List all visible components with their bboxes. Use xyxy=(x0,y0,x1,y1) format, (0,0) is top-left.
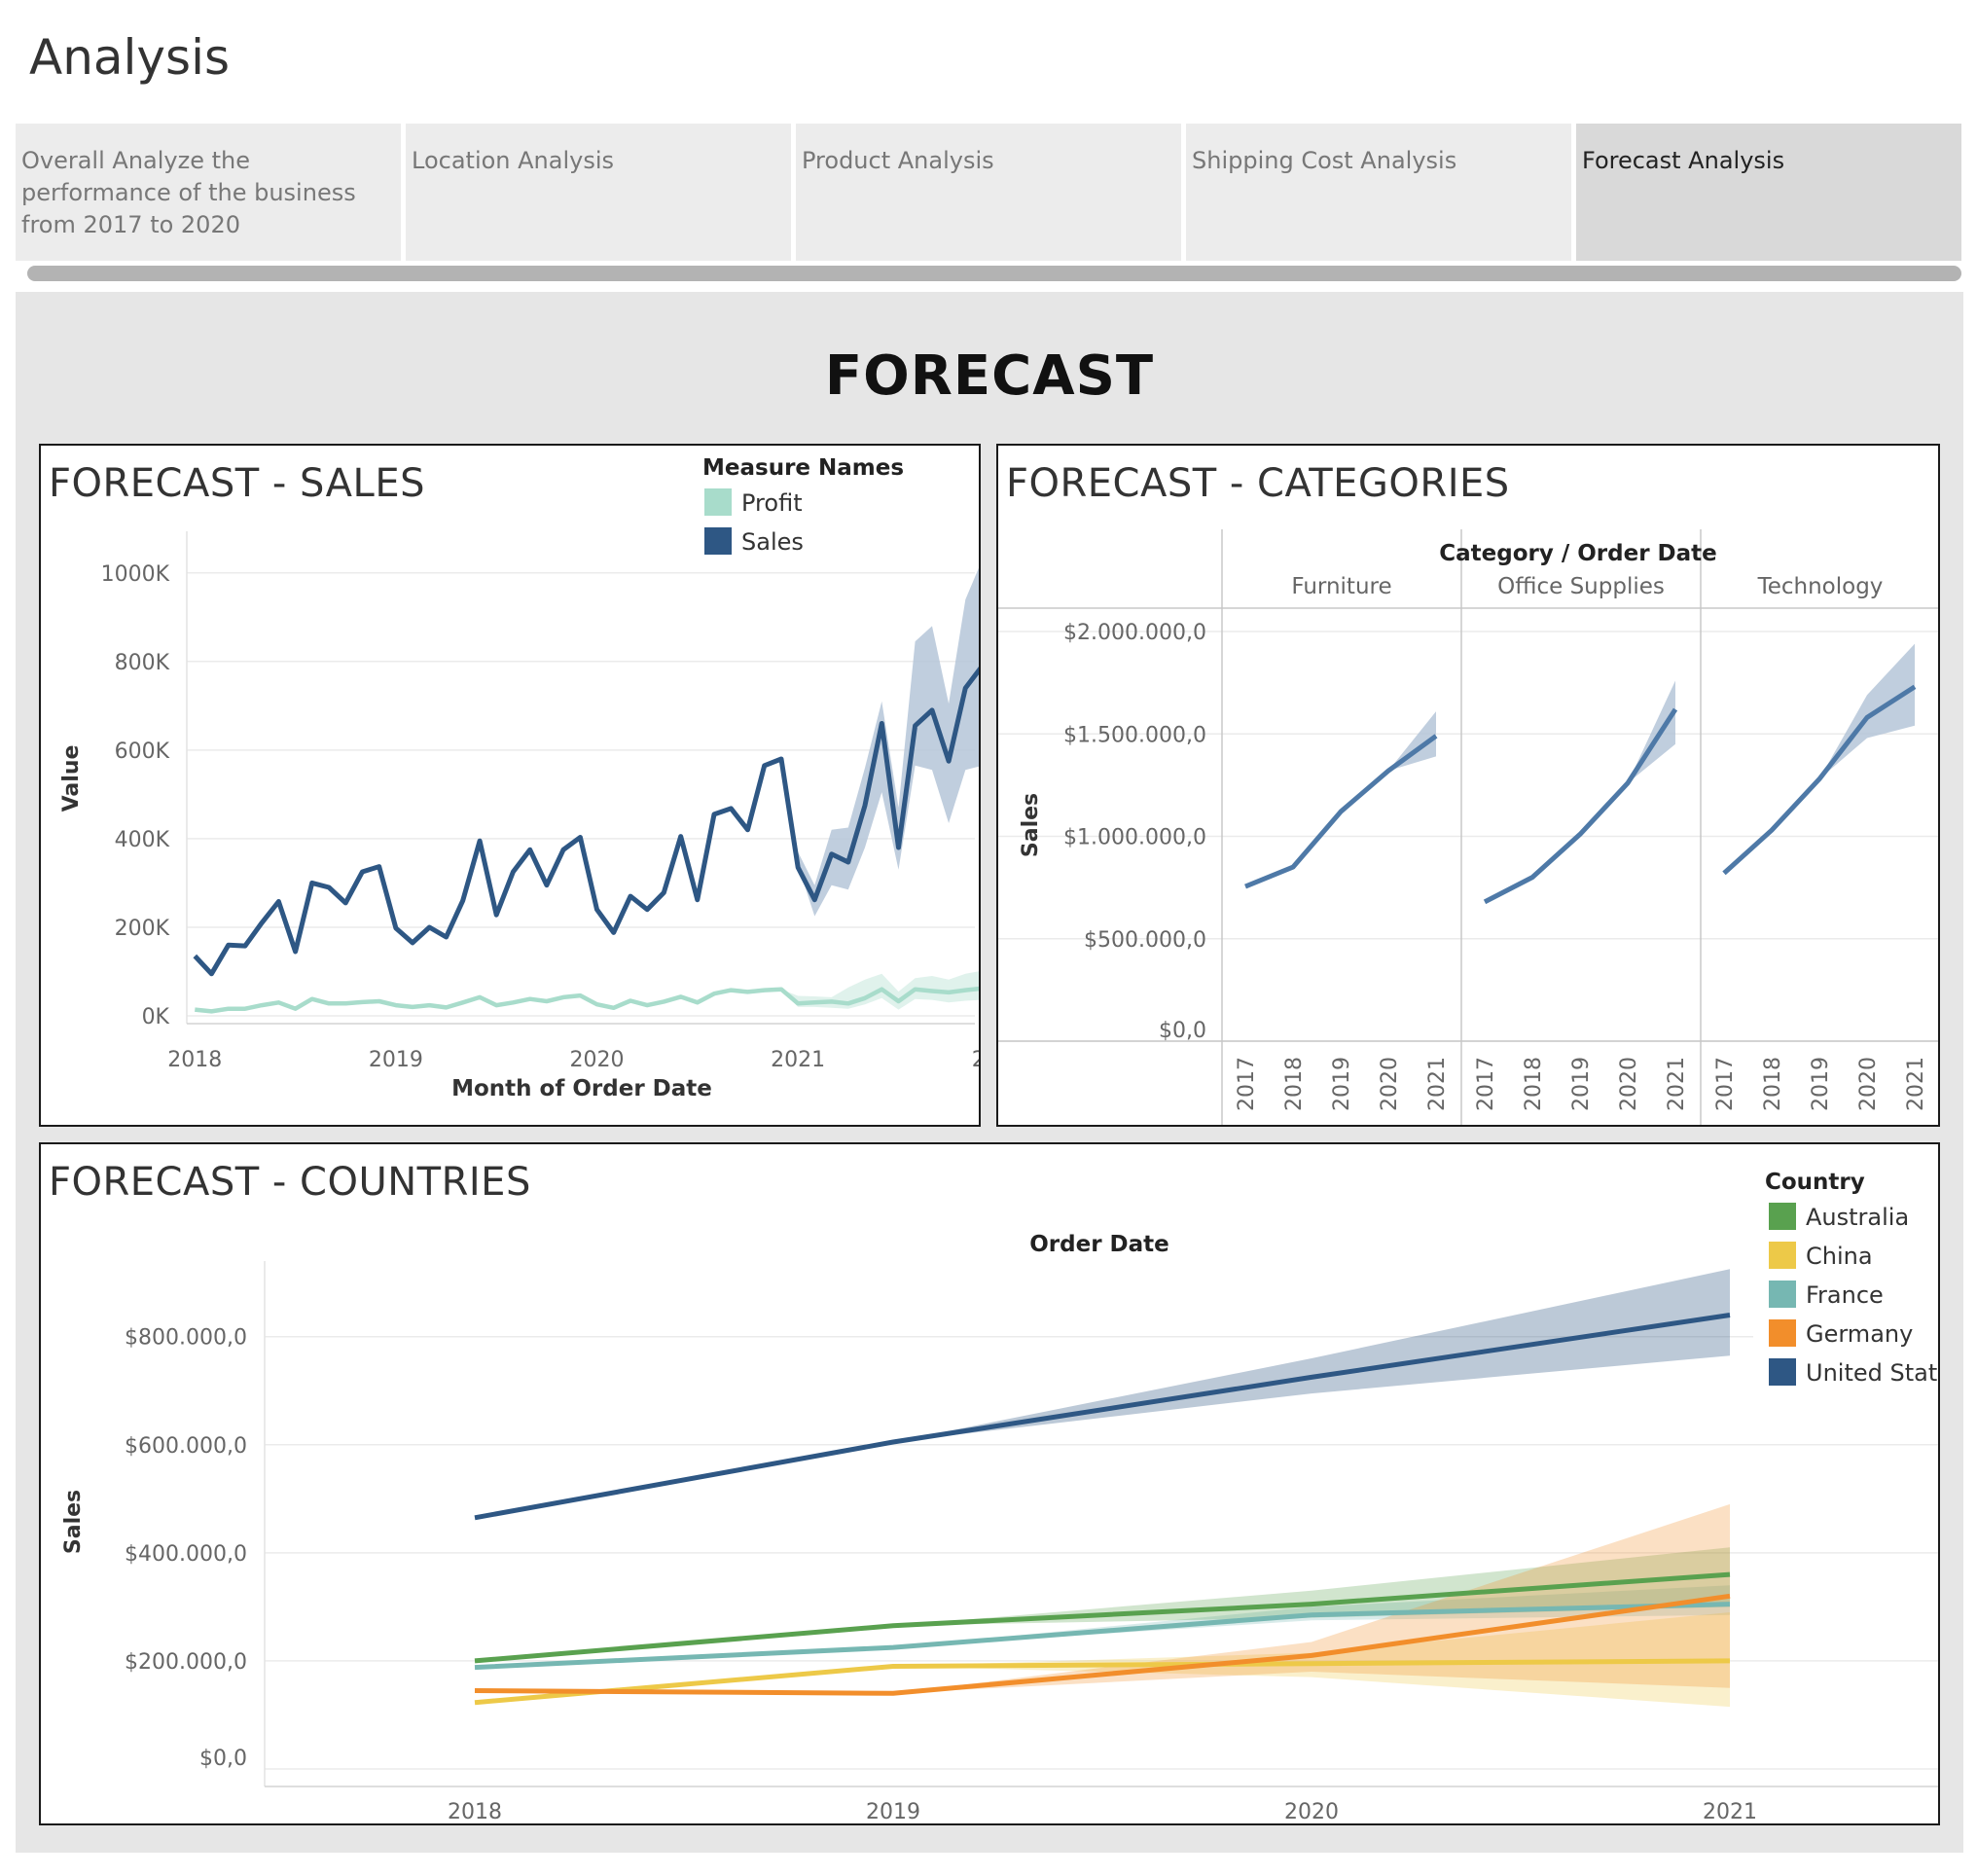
x-tick-label: 2020 xyxy=(1284,1800,1339,1824)
forecast-band-united-states xyxy=(893,1269,1730,1442)
x-axis-title: Month of Order Date xyxy=(451,1076,712,1101)
x-tick-label: 2021 xyxy=(1703,1800,1757,1824)
y-axis-title: Sales xyxy=(1019,793,1043,857)
x-tick-label: 2021 xyxy=(1665,1057,1689,1111)
x-tick-label: 2020 xyxy=(1856,1057,1881,1111)
x-tick-label: 2020 xyxy=(570,1048,625,1072)
legend-swatch-united-states xyxy=(1769,1358,1796,1386)
series-line-office-supplies xyxy=(1483,707,1678,905)
y-tick-label: $800.000,0 xyxy=(125,1326,247,1351)
panel-header-technology: Technology xyxy=(1757,574,1884,599)
tab-shipping-cost-analysis[interactable]: Shipping Cost Analysis xyxy=(1186,124,1571,261)
legend-swatch-australia xyxy=(1769,1203,1796,1230)
legend-swatch-germany xyxy=(1769,1319,1796,1347)
y-tick-label: $400.000,0 xyxy=(125,1542,247,1567)
legend-label-china: China xyxy=(1806,1243,1873,1270)
tab-overall[interactable]: Overall Analyze the performance of the b… xyxy=(16,124,401,261)
x-tick-label: 2018 xyxy=(167,1048,222,1072)
y-tick-label: $600.000,0 xyxy=(125,1434,247,1459)
series-line-furniture xyxy=(1244,734,1438,889)
x-tick-label: 2017 xyxy=(1474,1057,1498,1111)
tab-scrollbar[interactable] xyxy=(27,266,1961,281)
x-tick-label: 2021 xyxy=(1904,1057,1928,1111)
dashboard-title: FORECAST xyxy=(824,344,1155,408)
legend-swatch-china xyxy=(1769,1242,1796,1269)
legend-swatch-sales xyxy=(704,527,732,555)
y-tick-label: 400K xyxy=(115,828,170,852)
legend-swatch-profit xyxy=(704,488,732,516)
forecast-categories-chart: $0,0 $500.000,0 $1.000.000,0 $1.500.000,0 $2… xyxy=(998,529,1938,1125)
panel-header-furniture: Furniture xyxy=(1291,574,1391,599)
x-tick-label: 2018 xyxy=(1761,1057,1785,1111)
legend-label-france: France xyxy=(1806,1281,1884,1309)
x-tick-label: 2019 xyxy=(1330,1057,1354,1111)
forecast-countries-title: FORECAST - COUNTRIES xyxy=(49,1160,531,1205)
x-tick-label: 2020 xyxy=(1378,1057,1402,1111)
x-tick-label: 2021 xyxy=(771,1048,825,1072)
legend-label-profit: Profit xyxy=(741,489,803,517)
forecast-sales-panel: 0K 200K 400K 600K 800K 1000K 2018 2019 2020 2021 2… xyxy=(39,444,981,1127)
tab-bar: Overall Analyze the performance of the b… xyxy=(16,124,1961,261)
y-tick-label: 1000K xyxy=(101,562,170,587)
x-tick-label: 2019 xyxy=(866,1800,920,1824)
x-tick-label: 2018 xyxy=(1282,1057,1307,1111)
tab-forecast-analysis[interactable]: Forecast Analysis xyxy=(1576,124,1961,261)
forecast-categories-panel: $0,0 $500.000,0 $1.000.000,0 $1.500.000,0 $2… xyxy=(996,444,1940,1127)
x-tick-label: 2017 xyxy=(1713,1057,1738,1111)
y-tick-label: $0,0 xyxy=(199,1747,247,1771)
x-tick-label: 2019 xyxy=(1809,1057,1833,1111)
legend-title: Country xyxy=(1765,1170,1865,1195)
tab-location-analysis[interactable]: Location Analysis xyxy=(406,124,791,261)
y-tick-label: $500.000,0 xyxy=(1084,928,1206,953)
x-tick-label: 2022 xyxy=(972,1048,981,1072)
x-axis-title: Order Date xyxy=(1029,1232,1169,1257)
y-axis-title: Value xyxy=(59,745,84,812)
legend-label-germany: Germany xyxy=(1806,1320,1913,1348)
forecast-categories-title: FORECAST - CATEGORIES xyxy=(1006,461,1510,506)
y-tick-label: 600K xyxy=(115,740,170,764)
y-tick-label: $200.000,0 xyxy=(125,1650,247,1675)
legend-label-australia: Australia xyxy=(1806,1204,1909,1231)
x-tick-label: 2018 xyxy=(448,1800,502,1824)
dashboard: FORECAST 0K 200K 400K 600K 800K 1000K 2018 2019… xyxy=(16,292,1963,1853)
y-tick-label: 800K xyxy=(115,651,170,675)
x-tick-label: 2017 xyxy=(1235,1057,1259,1111)
legend-label-sales: Sales xyxy=(741,528,804,556)
x-tick-label: 2018 xyxy=(1522,1057,1546,1111)
x-tick-label: 2021 xyxy=(1425,1057,1450,1111)
y-tick-label: 200K xyxy=(115,917,170,941)
y-tick-label: $2.000.000,0 xyxy=(1063,621,1206,645)
forecast-countries-panel: $0,0 $200.000,0 $400.000,0 $600.000,0 $800.0… xyxy=(39,1142,1940,1825)
forecast-countries-chart: $0,0 $200.000,0 $400.000,0 $600.000,0 $800.0… xyxy=(61,1144,1940,1824)
x-tick-label: 2020 xyxy=(1617,1057,1641,1111)
y-tick-label: $1.500.000,0 xyxy=(1063,723,1206,747)
x-tick-label: 2019 xyxy=(369,1048,423,1072)
legend-title: Measure Names xyxy=(702,455,904,481)
column-header-title: Category / Order Date xyxy=(1439,541,1717,566)
y-tick-label: $1.000.000,0 xyxy=(1063,826,1206,850)
app-title: Analysis xyxy=(29,29,231,86)
panel-header-office-supplies: Office Supplies xyxy=(1497,574,1665,599)
x-tick-label: 2019 xyxy=(1569,1057,1594,1111)
tab-product-analysis[interactable]: Product Analysis xyxy=(796,124,1181,261)
y-tick-label: 0K xyxy=(142,1005,170,1029)
y-axis-title: Sales xyxy=(61,1490,86,1554)
forecast-sales-title: FORECAST - SALES xyxy=(49,461,425,506)
forecast-sales-chart: 0K 200K 400K 600K 800K 1000K 2018 2019 2020 2021 2… xyxy=(59,446,981,1101)
legend-label-united-states: United States xyxy=(1806,1359,1940,1387)
y-tick-label: $0,0 xyxy=(1159,1019,1206,1043)
legend-swatch-france xyxy=(1769,1281,1796,1308)
